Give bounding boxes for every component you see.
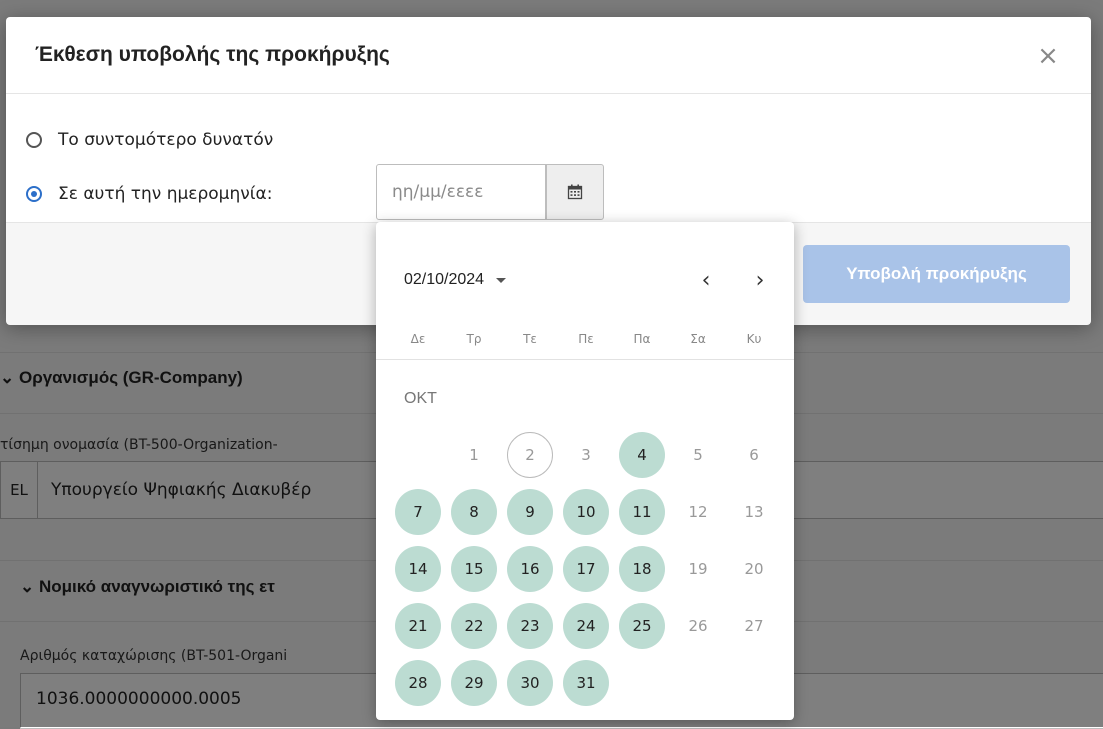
weekday-header: Δε Τρ Τε Πε Πα Σα Κυ (390, 332, 782, 346)
option-asap[interactable]: Το συντομότερο δυνατόν (26, 127, 273, 153)
datepicker-day: 12 (688, 503, 708, 521)
datepicker-day[interactable]: 7 (395, 489, 441, 535)
datepicker-day: 26 (688, 617, 708, 635)
option-specific-date[interactable]: Σε αυτή την ημερομηνία: (26, 181, 272, 207)
datepicker-day[interactable]: 8 (451, 489, 497, 535)
datepicker-day[interactable]: 4 (619, 432, 665, 478)
radio-specific-date[interactable] (26, 186, 42, 202)
weekday-label: Κυ (746, 332, 762, 346)
weekday-label: Πα (633, 332, 651, 346)
datepicker-day[interactable]: 18 (619, 546, 665, 592)
datepicker-day: 13 (744, 503, 764, 521)
modal-title: Έκθεση υποβολής της προκήρυξης (35, 43, 390, 66)
date-input[interactable] (377, 165, 542, 219)
calendar-icon (567, 184, 583, 200)
datepicker-day[interactable]: 22 (451, 603, 497, 649)
datepicker-day[interactable]: 16 (507, 546, 553, 592)
datepicker-month-selector[interactable]: 02/10/2024 (404, 271, 507, 289)
datepicker-day[interactable]: 25 (619, 603, 665, 649)
datepicker-day[interactable]: 28 (395, 660, 441, 706)
datepicker-popup: 02/10/2024 ‹ › Δε Τρ Τε Πε Πα Σα Κυ ΟΚΤ … (376, 222, 794, 720)
caret-down-icon (496, 277, 507, 283)
datepicker-day: 5 (693, 446, 703, 464)
datepicker-day[interactable]: 14 (395, 546, 441, 592)
datepicker-day[interactable]: 9 (507, 489, 553, 535)
datepicker-divider (376, 359, 794, 360)
datepicker-day: 1 (469, 446, 479, 464)
datepicker-day[interactable]: 11 (619, 489, 665, 535)
weekday-label: Σα (690, 332, 706, 346)
datepicker-day: 19 (688, 560, 708, 578)
modal-header: Έκθεση υποβολής της προκήρυξης × (6, 17, 1091, 94)
close-icon[interactable]: × (1031, 39, 1065, 73)
weekday-label: Δε (410, 332, 426, 346)
datepicker-day: 20 (744, 560, 764, 578)
radio-asap[interactable] (26, 132, 42, 148)
date-field[interactable] (376, 164, 546, 220)
datepicker-month-label: ΟΚΤ (404, 390, 437, 407)
datepicker-day[interactable]: 10 (563, 489, 609, 535)
datepicker-day[interactable]: 24 (563, 603, 609, 649)
datepicker-day[interactable]: 17 (563, 546, 609, 592)
datepicker-day[interactable]: 21 (395, 603, 441, 649)
weekday-label: Τε (523, 332, 537, 346)
datepicker-day: 6 (749, 446, 759, 464)
datepicker-day[interactable]: 31 (563, 660, 609, 706)
datepicker-current-date: 02/10/2024 (404, 271, 485, 288)
weekday-label: Πε (578, 332, 594, 346)
weekday-label: Τρ (466, 332, 482, 346)
chevron-left-icon[interactable]: ‹ (691, 266, 721, 296)
datepicker-day[interactable]: 29 (451, 660, 497, 706)
datepicker-day: 3 (581, 446, 591, 464)
datepicker-day[interactable]: 15 (451, 546, 497, 592)
option-specific-date-label: Σε αυτή την ημερομηνία: (58, 184, 273, 204)
calendar-button[interactable] (546, 164, 604, 220)
submit-notice-button[interactable]: Υποβολή προκήρυξης (803, 245, 1070, 303)
option-asap-label: Το συντομότερο δυνατόν (58, 130, 274, 150)
datepicker-day: 27 (744, 617, 764, 635)
datepicker-day[interactable]: 30 (507, 660, 553, 706)
chevron-right-icon[interactable]: › (745, 266, 775, 296)
datepicker-day: 2 (507, 432, 553, 478)
datepicker-day[interactable]: 23 (507, 603, 553, 649)
